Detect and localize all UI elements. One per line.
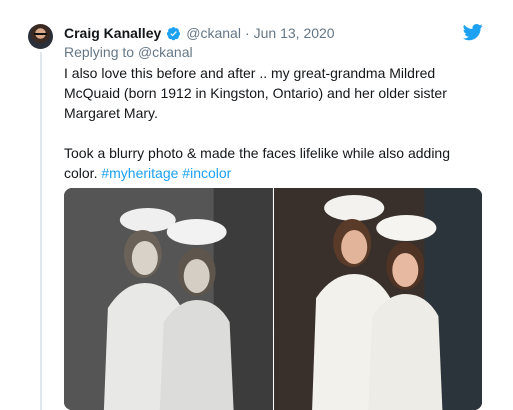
hashtag-incolor[interactable]: #incolor bbox=[182, 165, 231, 181]
thread-line bbox=[40, 52, 42, 410]
tweet-card: Craig Kanalley @ckanal · Jun 13, 2020 Re… bbox=[0, 0, 513, 410]
replying-to-line: Replying to @ckanal bbox=[64, 44, 193, 60]
photo-after-colorized[interactable] bbox=[273, 188, 482, 410]
author-name[interactable]: Craig Kanalley bbox=[64, 25, 161, 41]
tweet-media[interactable] bbox=[64, 188, 482, 410]
replying-handle-link[interactable]: @ckanal bbox=[138, 44, 193, 60]
tweet-header: Craig Kanalley @ckanal · Jun 13, 2020 bbox=[64, 24, 335, 42]
tweet-date[interactable]: Jun 13, 2020 bbox=[254, 25, 335, 41]
header-separator: · bbox=[244, 25, 250, 41]
tweet-text: I also love this before and after .. my … bbox=[64, 63, 484, 183]
tweet-text-paragraph-1: I also love this before and after .. my … bbox=[64, 65, 447, 121]
verified-badge-icon bbox=[167, 26, 181, 40]
author-handle[interactable]: @ckanal bbox=[186, 25, 241, 41]
tweet-text-paragraph-2: Took a blurry photo & made the faces lif… bbox=[64, 143, 484, 183]
before-photo-illustration bbox=[64, 188, 273, 410]
avatar-glasses-icon bbox=[34, 33, 47, 36]
replying-prefix: Replying to bbox=[64, 44, 135, 60]
photo-before-black-and-white[interactable] bbox=[64, 188, 273, 410]
after-photo-illustration bbox=[273, 188, 482, 410]
hashtag-myheritage[interactable]: #myheritage bbox=[101, 165, 178, 181]
twitter-bird-icon[interactable] bbox=[462, 22, 484, 42]
author-avatar[interactable] bbox=[28, 24, 53, 49]
